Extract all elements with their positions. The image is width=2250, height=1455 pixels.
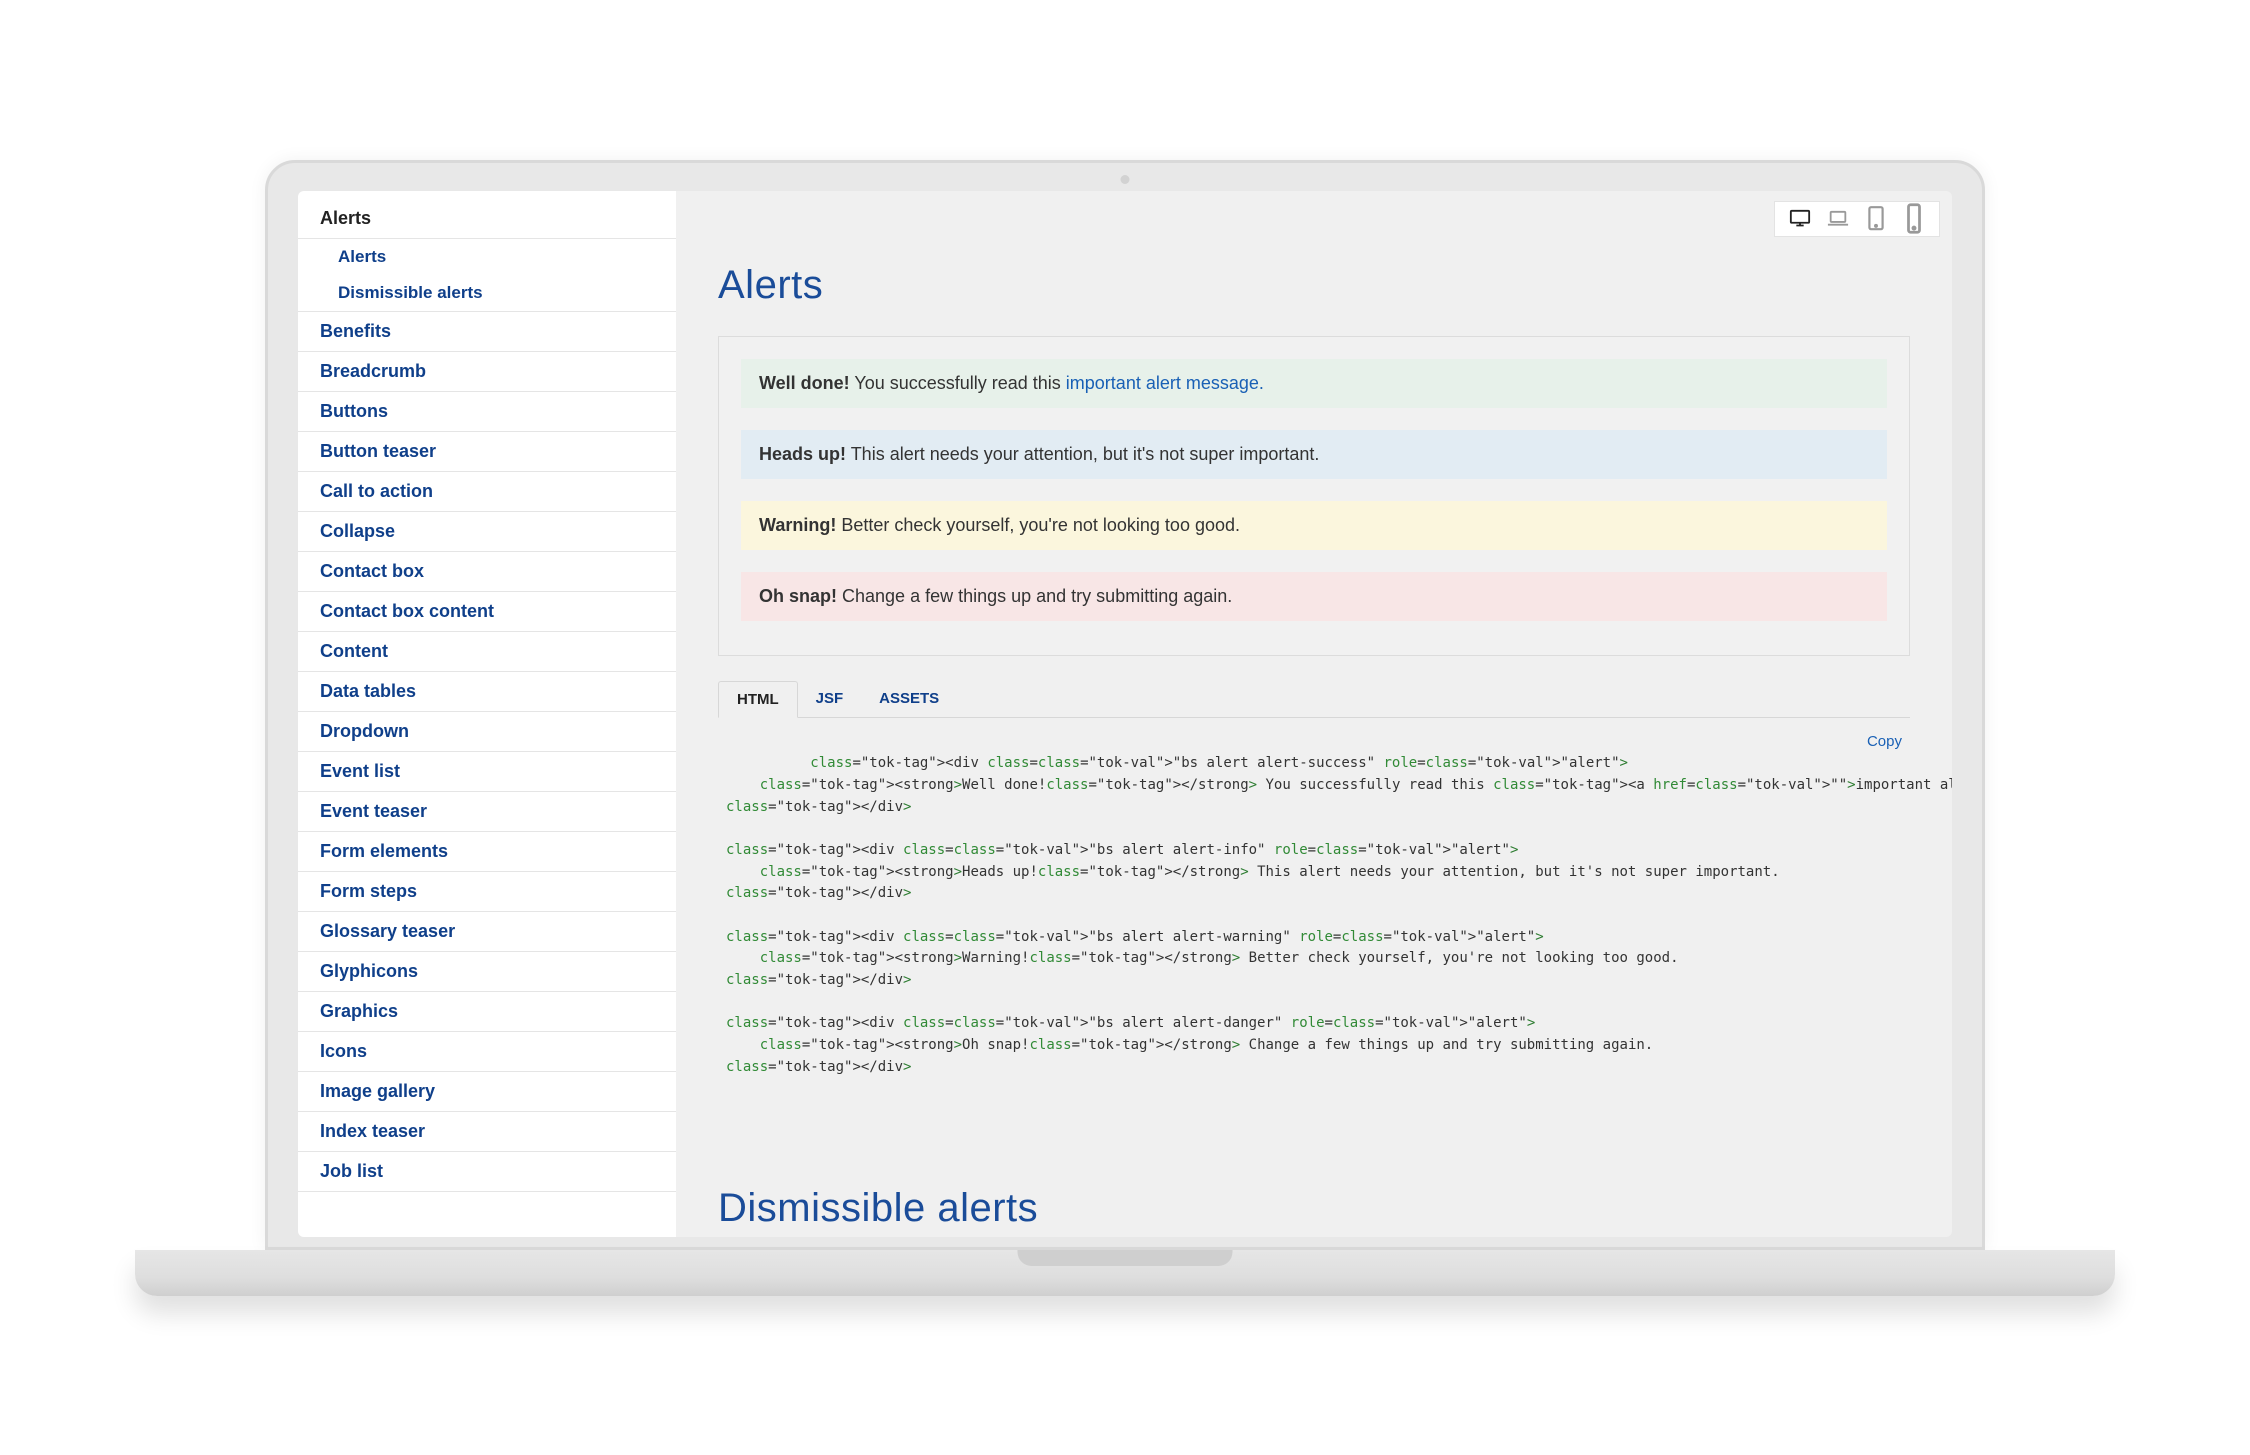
tab-jsf[interactable]: JSF (798, 681, 862, 718)
laptop-mockup: Alerts Alerts Dismissible alerts Benefit… (265, 160, 1985, 1296)
sidebar-item-icons[interactable]: Icons (298, 1032, 676, 1072)
sidebar-item-index-teaser[interactable]: Index teaser (298, 1112, 676, 1152)
alert-success-strong: Well done! (759, 373, 850, 393)
code-block: Copyclass="tok-tag"><div class=class="to… (718, 718, 1910, 1115)
sidebar-item-job-list[interactable]: Job list (298, 1152, 676, 1192)
sidebar-item-form-elements[interactable]: Form elements (298, 832, 676, 872)
section-title-alerts: Alerts (718, 263, 1910, 308)
alert-warning-strong: Warning! (759, 515, 836, 535)
sidebar: Alerts Alerts Dismissible alerts Benefit… (298, 191, 676, 1237)
section-title-dismissible: Dismissible alerts (718, 1186, 1910, 1231)
laptop-notch (1018, 1250, 1233, 1266)
alert-info-text: This alert needs your attention, but it'… (846, 444, 1319, 464)
sidebar-item-event-list[interactable]: Event list (298, 752, 676, 792)
sidebar-item-dropdown[interactable]: Dropdown (298, 712, 676, 752)
sidebar-item-data-tables[interactable]: Data tables (298, 672, 676, 712)
device-toggle (1774, 201, 1940, 237)
phone-icon[interactable] (1903, 210, 1925, 228)
sidebar-item-contact-box-content[interactable]: Contact box content (298, 592, 676, 632)
sidebar-item-contact-box[interactable]: Contact box (298, 552, 676, 592)
alert-warning: Warning! Better check yourself, you're n… (741, 501, 1887, 550)
alert-danger: Oh snap! Change a few things up and try … (741, 572, 1887, 621)
sidebar-item-benefits[interactable]: Benefits (298, 312, 676, 352)
alert-danger-strong: Oh snap! (759, 586, 837, 606)
alert-info-strong: Heads up! (759, 444, 846, 464)
sidebar-item-alerts[interactable]: Alerts (298, 199, 676, 239)
sidebar-item-collapse[interactable]: Collapse (298, 512, 676, 552)
laptop-base (135, 1250, 2115, 1296)
alert-warning-text: Better check yourself, you're not lookin… (836, 515, 1240, 535)
code-tabs: HTML JSF ASSETS (718, 680, 1910, 718)
sidebar-item-button-teaser[interactable]: Button teaser (298, 432, 676, 472)
alerts-preview-panel: Well done! You successfully read this im… (718, 336, 1910, 656)
copy-button[interactable]: Copy (1867, 730, 1902, 753)
sidebar-item-breadcrumb[interactable]: Breadcrumb (298, 352, 676, 392)
alert-success-link[interactable]: important alert message. (1066, 373, 1264, 393)
laptop-icon[interactable] (1827, 210, 1849, 228)
alert-info: Heads up! This alert needs your attentio… (741, 430, 1887, 479)
sidebar-item-graphics[interactable]: Graphics (298, 992, 676, 1032)
alert-success: Well done! You successfully read this im… (741, 359, 1887, 408)
tab-html[interactable]: HTML (718, 681, 798, 718)
sidebar-item-event-teaser[interactable]: Event teaser (298, 792, 676, 832)
sidebar-sub-alerts[interactable]: Alerts (298, 239, 676, 275)
sidebar-item-glossary-teaser[interactable]: Glossary teaser (298, 912, 676, 952)
sidebar-item-glyphicons[interactable]: Glyphicons (298, 952, 676, 992)
sidebar-subgroup: Alerts Dismissible alerts (298, 239, 676, 312)
app-viewport: Alerts Alerts Dismissible alerts Benefit… (298, 191, 1952, 1237)
tablet-icon[interactable] (1865, 210, 1887, 228)
sidebar-item-image-gallery[interactable]: Image gallery (298, 1072, 676, 1112)
sidebar-item-call-to-action[interactable]: Call to action (298, 472, 676, 512)
laptop-screen: Alerts Alerts Dismissible alerts Benefit… (265, 160, 1985, 1250)
tab-assets[interactable]: ASSETS (861, 681, 957, 718)
sidebar-item-content[interactable]: Content (298, 632, 676, 672)
alert-success-text: You successfully read this (850, 373, 1066, 393)
sidebar-item-form-steps[interactable]: Form steps (298, 872, 676, 912)
main-content: Alerts Well done! You successfully read … (676, 191, 1952, 1237)
camera-dot (1121, 175, 1130, 184)
sidebar-item-buttons[interactable]: Buttons (298, 392, 676, 432)
sidebar-sub-dismissible[interactable]: Dismissible alerts (298, 275, 676, 311)
desktop-icon[interactable] (1789, 210, 1811, 228)
alert-danger-text: Change a few things up and try submittin… (837, 586, 1232, 606)
